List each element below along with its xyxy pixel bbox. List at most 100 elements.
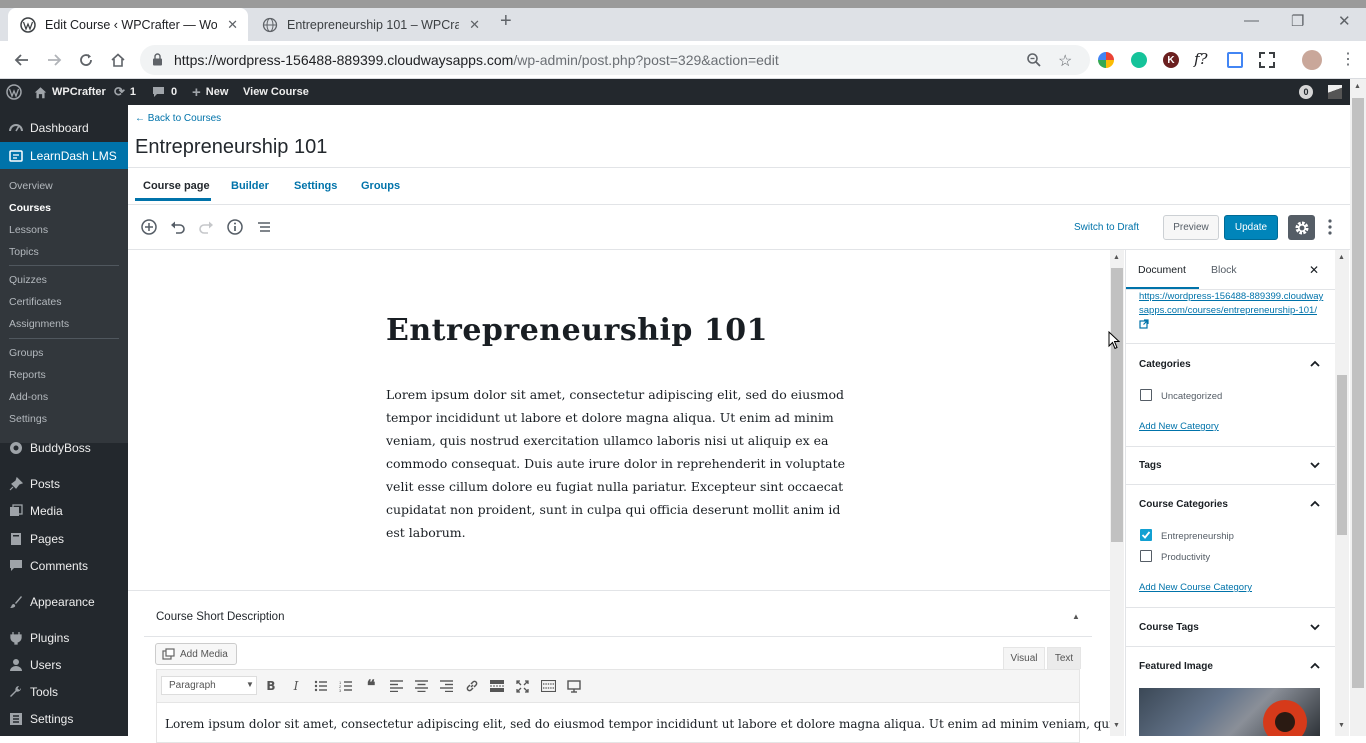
align-center-icon[interactable]	[413, 678, 429, 694]
k-extension-icon[interactable]: K	[1163, 52, 1179, 68]
blockquote-icon[interactable]: ❝	[363, 678, 379, 695]
close-icon[interactable]: ✕	[1309, 263, 1319, 277]
screenshot-extension-icon[interactable]	[1259, 52, 1275, 68]
user-avatar[interactable]	[1328, 79, 1342, 105]
add-block-icon[interactable]	[140, 218, 158, 236]
sidebar-item-plugins[interactable]: Plugins	[0, 625, 128, 651]
sidebar-item-dashboard[interactable]: Dashboard	[0, 115, 128, 141]
address-bar[interactable]: https://wordpress-156488-889399.cloudway…	[140, 45, 1090, 75]
sidebar-item-settings[interactable]: Settings	[0, 706, 128, 732]
chevron-up-icon[interactable]	[1309, 498, 1321, 510]
numbered-list-icon[interactable]: 123	[338, 678, 354, 694]
new-content-link[interactable]: + New	[192, 79, 228, 105]
tab-groups[interactable]: Groups	[361, 180, 400, 192]
presentation-icon[interactable]	[566, 678, 582, 694]
tab-builder[interactable]: Builder	[231, 180, 269, 192]
tab-document[interactable]: Document	[1138, 264, 1186, 276]
featured-image-panel-title[interactable]: Featured Image	[1139, 661, 1213, 672]
sidebar-sub-groups[interactable]: Groups	[9, 347, 43, 359]
uncategorized-checkbox[interactable]	[1140, 389, 1152, 401]
sidebar-item-buddyboss[interactable]: BuddyBoss	[0, 435, 128, 461]
sidebar-sub-certificates[interactable]: Certificates	[9, 296, 62, 308]
align-right-icon[interactable]	[438, 678, 454, 694]
reload-icon[interactable]	[76, 50, 96, 70]
back-to-courses-link[interactable]: ← Back to Courses	[135, 113, 221, 124]
course-tags-panel-title[interactable]: Course Tags	[1139, 622, 1199, 633]
sidebar-sub-courses[interactable]: Courses	[9, 202, 51, 214]
switch-to-draft-button[interactable]: Switch to Draft	[1074, 222, 1139, 233]
wordpress-logo-icon[interactable]	[6, 79, 22, 105]
page-scrollbar[interactable]: ▲	[1350, 79, 1366, 736]
preview-button[interactable]: Preview	[1163, 215, 1219, 240]
scroll-down-icon[interactable]: ▼	[1338, 722, 1345, 729]
font-finder-extension-icon[interactable]: f?	[1194, 50, 1208, 68]
chevron-down-icon[interactable]	[1309, 621, 1321, 633]
add-media-button[interactable]: Add Media	[155, 643, 237, 665]
sidebar-sub-overview[interactable]: Overview	[9, 180, 53, 192]
screen-extension-icon[interactable]	[1227, 52, 1243, 68]
bold-icon[interactable]: B	[263, 678, 279, 694]
scroll-down-icon[interactable]: ▼	[1113, 722, 1120, 729]
visual-tab[interactable]: Visual	[1003, 647, 1045, 669]
tab-course-page[interactable]: Course page	[143, 180, 210, 192]
comments-link[interactable]: 0	[152, 79, 177, 105]
browser-tab-edit-course[interactable]: Edit Course ‹ WPCrafter — Word ✕	[8, 8, 248, 41]
minimize-icon[interactable]: —	[1244, 12, 1259, 29]
chevron-up-icon[interactable]	[1309, 660, 1321, 672]
sidebar-item-users[interactable]: Users	[0, 652, 128, 678]
zoom-icon[interactable]	[1026, 52, 1042, 68]
post-heading[interactable]: Entrepreneurship 101	[386, 313, 768, 348]
settings-scrollbar[interactable]: ▲ ▼	[1335, 250, 1349, 736]
sidebar-item-comments[interactable]: Comments	[0, 553, 128, 579]
toolbar-toggle-icon[interactable]	[540, 678, 556, 694]
tags-panel-title[interactable]: Tags	[1139, 460, 1162, 471]
undo-icon[interactable]	[169, 218, 187, 236]
close-tab-icon[interactable]: ✕	[227, 17, 238, 33]
scrollbar-thumb[interactable]	[1352, 98, 1364, 688]
productivity-checkbox[interactable]	[1140, 550, 1152, 562]
sidebar-sub-lessons[interactable]: Lessons	[9, 224, 48, 236]
site-name-link[interactable]: WPCrafter	[34, 79, 106, 105]
profile-avatar[interactable]	[1302, 50, 1322, 70]
update-button[interactable]: Update	[1224, 215, 1278, 240]
redo-icon[interactable]	[197, 218, 215, 236]
sidebar-sub-settings[interactable]: Settings	[9, 413, 47, 425]
scroll-up-icon[interactable]: ▲	[1113, 254, 1120, 261]
color-picker-extension-icon[interactable]	[1098, 52, 1114, 68]
entrepreneurship-checkbox[interactable]	[1140, 529, 1152, 541]
text-tab[interactable]: Text	[1047, 647, 1081, 669]
add-new-course-category-link[interactable]: Add New Course Category	[1139, 582, 1252, 593]
link-icon[interactable]	[464, 678, 480, 694]
sidebar-sub-assignments[interactable]: Assignments	[9, 318, 69, 330]
new-tab-icon[interactable]: +	[500, 10, 512, 33]
updates-link[interactable]: ⟳ 1	[114, 79, 136, 105]
scroll-up-icon[interactable]: ▲	[1338, 254, 1345, 261]
sidebar-item-appearance[interactable]: Appearance	[0, 589, 128, 615]
bullet-list-icon[interactable]	[313, 678, 329, 694]
browser-tab-course-preview[interactable]: Entrepreneurship 101 – WPCrafte ✕	[250, 8, 490, 41]
sidebar-sub-quizzes[interactable]: Quizzes	[9, 274, 47, 286]
forward-arrow-icon[interactable]	[44, 50, 64, 70]
course-categories-panel-title[interactable]: Course Categories	[1139, 499, 1228, 510]
scrollbar-thumb[interactable]	[1111, 268, 1123, 542]
sidebar-item-pages[interactable]: Pages	[0, 526, 128, 552]
categories-panel-title[interactable]: Categories	[1139, 359, 1191, 370]
sidebar-item-media[interactable]: Media	[0, 498, 128, 524]
restore-icon[interactable]: ❐	[1291, 12, 1304, 30]
sidebar-item-learndash[interactable]: LearnDash LMS	[0, 142, 128, 169]
notifications-badge[interactable]: 0	[1299, 79, 1313, 105]
tab-block[interactable]: Block	[1211, 264, 1237, 276]
format-select[interactable]: Paragraph ▼	[161, 676, 257, 695]
settings-gear-button[interactable]	[1288, 215, 1315, 240]
sidebar-item-posts[interactable]: Posts	[0, 471, 128, 497]
back-arrow-icon[interactable]	[12, 50, 32, 70]
align-left-icon[interactable]	[388, 678, 404, 694]
tab-settings[interactable]: Settings	[294, 180, 337, 192]
featured-image-thumbnail[interactable]	[1139, 688, 1320, 736]
block-navigation-icon[interactable]	[255, 218, 273, 236]
close-window-icon[interactable]: ✕	[1338, 12, 1351, 30]
canvas-scrollbar[interactable]: ▲ ▼	[1110, 250, 1124, 736]
info-icon[interactable]	[226, 218, 244, 236]
collapse-toggle-icon[interactable]: ▲	[1072, 612, 1080, 621]
sidebar-sub-reports[interactable]: Reports	[9, 369, 46, 381]
